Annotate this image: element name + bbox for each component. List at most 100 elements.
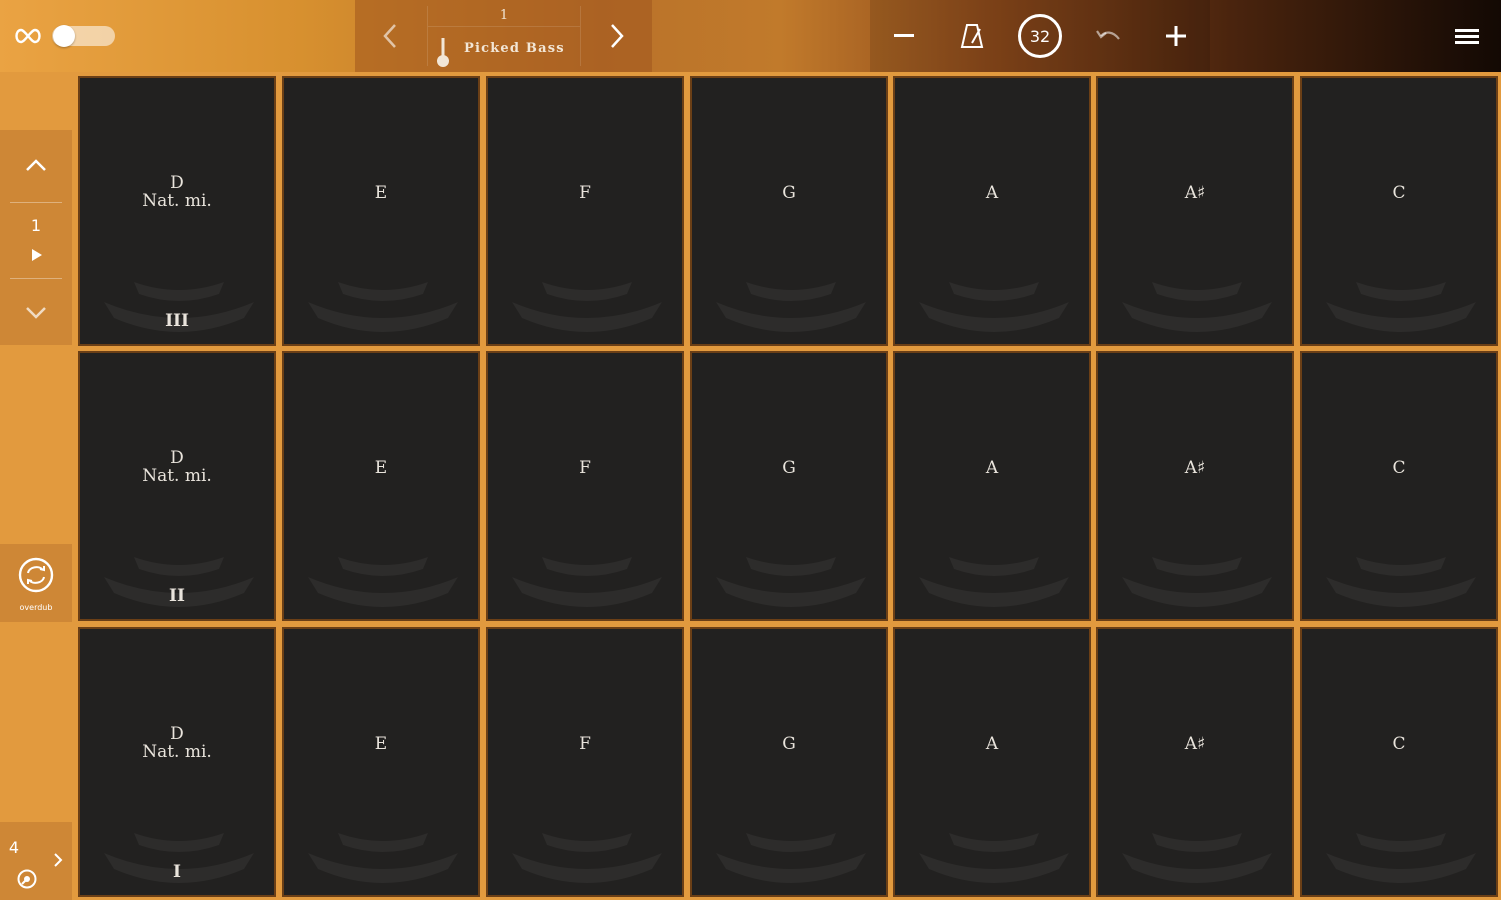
next-instrument-button[interactable] [582, 0, 652, 72]
strum-waves-icon [1326, 282, 1476, 332]
chord-pad[interactable]: C [1300, 76, 1498, 346]
chord-pad[interactable]: A [893, 76, 1091, 346]
pad-note: D [170, 173, 184, 193]
row-down-button[interactable] [0, 288, 72, 338]
pad-chord-label: F [488, 735, 682, 753]
tempo-decrease-button[interactable] [870, 0, 938, 72]
tempo-value: 32 [1018, 14, 1062, 58]
play-icon[interactable] [31, 248, 43, 262]
pad-quality: Nat. mi. [142, 191, 212, 211]
chevron-left-icon [383, 24, 396, 48]
chord-pad[interactable]: F [486, 627, 684, 897]
chord-pad[interactable]: F [486, 351, 684, 621]
pad-row-numeral: II [169, 586, 185, 606]
page-number: 4 [8, 838, 20, 857]
row-indicator: 1 [30, 216, 42, 235]
pad-note: G [782, 734, 796, 754]
previous-instrument-button[interactable] [355, 0, 425, 72]
tempo-display[interactable]: 32 [1006, 0, 1074, 72]
chord-pad[interactable]: G [690, 627, 888, 897]
loop-toggle-knob[interactable] [53, 25, 75, 47]
pad-note: E [374, 183, 388, 203]
pad-note: D [170, 448, 184, 468]
divider [10, 202, 62, 203]
pad-note: F [579, 734, 591, 754]
pad-chord-label: C [1302, 184, 1496, 202]
pad-chord-label: E [284, 735, 478, 753]
pad-chord-label: D Nat. mi. [80, 449, 274, 485]
strum-waves-icon [512, 557, 662, 607]
strum-waves-icon [919, 833, 1069, 883]
instrument-info[interactable]: 1 Picked Bass [427, 6, 581, 67]
pad-chord-label: A [895, 184, 1089, 202]
chord-pad[interactable]: A♯ [1096, 351, 1294, 621]
chord-pad[interactable]: E [282, 627, 480, 897]
row-navigator: 1 [0, 130, 72, 345]
chord-pad[interactable]: E [282, 76, 480, 346]
pad-note: C [1392, 183, 1406, 203]
pad-chord-label: A♯ [1098, 184, 1292, 202]
menu-icon[interactable] [1452, 22, 1482, 50]
chevron-right-icon[interactable] [52, 852, 64, 868]
strum-waves-icon [919, 557, 1069, 607]
pad-row-numeral: I [173, 862, 181, 882]
chord-pad[interactable]: F [486, 76, 684, 346]
strum-waves-icon [308, 833, 458, 883]
pad-chord-label: A [895, 735, 1089, 753]
strum-waves-icon [716, 282, 866, 332]
pad-chord-label: A♯ [1098, 459, 1292, 477]
chord-pad[interactable]: D Nat. mi. I [78, 627, 276, 897]
chord-pad[interactable]: D Nat. mi. II [78, 351, 276, 621]
tempo-increase-button[interactable] [1142, 0, 1210, 72]
chord-pad[interactable]: A [893, 351, 1091, 621]
strum-waves-icon [1326, 557, 1476, 607]
strum-waves-icon [716, 833, 866, 883]
tempo-controls: 32 [870, 0, 1210, 72]
page-selector: 4 [0, 822, 72, 900]
chord-pad[interactable]: G [690, 76, 888, 346]
pad-note: G [782, 183, 796, 203]
chord-pad[interactable]: C [1300, 351, 1498, 621]
strum-waves-icon [1122, 833, 1272, 883]
chord-pad[interactable]: A [893, 627, 1091, 897]
pad-chord-label: A [895, 459, 1089, 477]
pad-note: A [985, 183, 999, 203]
strum-waves-icon [919, 282, 1069, 332]
row-up-button[interactable] [0, 140, 72, 190]
undo-button[interactable] [1074, 0, 1142, 72]
chord-pad[interactable]: C [1300, 627, 1498, 897]
pad-chord-label: G [692, 459, 886, 477]
strum-waves-icon [512, 833, 662, 883]
instrument-number: 1 [428, 8, 580, 27]
dial-icon[interactable] [16, 868, 38, 890]
chord-pad[interactable]: E [282, 351, 480, 621]
pad-note: A♯ [1184, 183, 1206, 203]
chord-pad[interactable]: G [690, 351, 888, 621]
chevron-down-icon [26, 307, 46, 319]
chord-pad[interactable]: D Nat. mi. III [78, 76, 276, 346]
chord-pad[interactable]: A♯ [1096, 627, 1294, 897]
overdub-label: overdub [19, 603, 53, 612]
pad-chord-label: D Nat. mi. [80, 174, 274, 210]
strum-waves-icon [1326, 833, 1476, 883]
strum-waves-icon [1122, 282, 1272, 332]
guitar-icon [437, 38, 449, 67]
strum-waves-icon [308, 282, 458, 332]
pad-note: E [374, 734, 388, 754]
loop-toggle[interactable] [52, 25, 115, 47]
metronome-button[interactable] [938, 0, 1006, 72]
pad-chord-label: C [1302, 459, 1496, 477]
instrument-selector: 1 Picked Bass [355, 0, 652, 72]
minus-icon [894, 34, 914, 37]
pad-chord-label: C [1302, 735, 1496, 753]
chord-pad[interactable]: A♯ [1096, 76, 1294, 346]
pad-note: C [1392, 458, 1406, 478]
infinity-icon[interactable] [13, 24, 43, 48]
pad-chord-label: F [488, 184, 682, 202]
pad-chord-label: G [692, 184, 886, 202]
pad-note: C [1392, 734, 1406, 754]
overdub-icon [18, 557, 54, 593]
pad-note: D [170, 724, 184, 744]
overdub-button[interactable]: overdub [0, 544, 72, 622]
chord-pad-grid: D Nat. mi. III E F G A A♯ C D Nat. mi. II E F G A A♯ C D Na… [76, 74, 1501, 900]
